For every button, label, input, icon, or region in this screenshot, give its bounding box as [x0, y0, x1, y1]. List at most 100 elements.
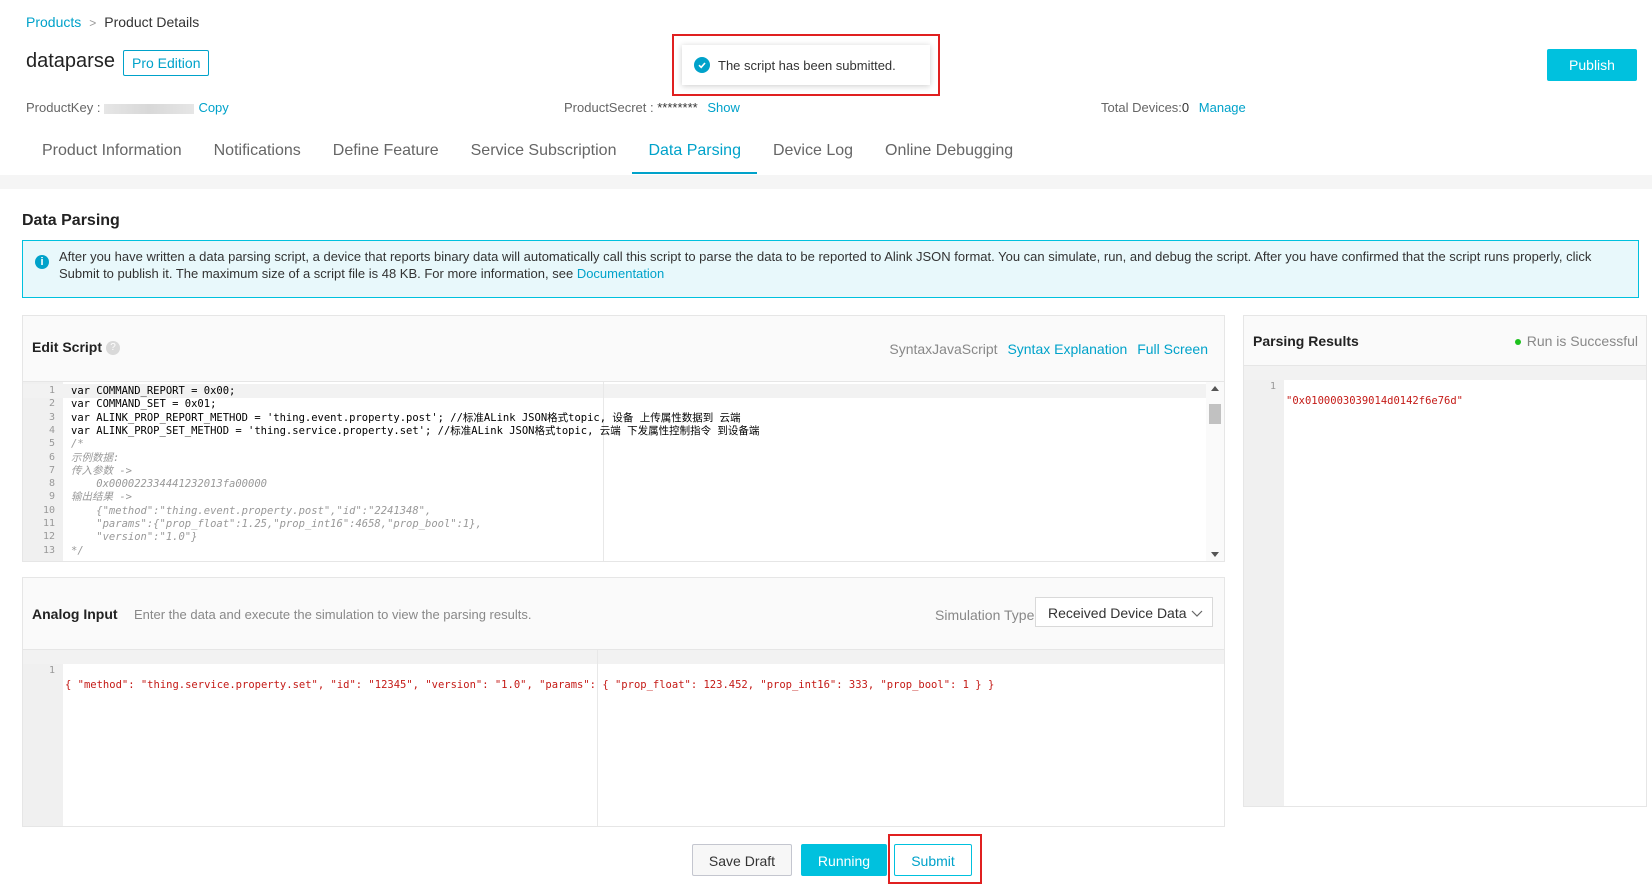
- analog-input-hint: Enter the data and execute the simulatio…: [134, 607, 532, 622]
- script-line-number: 5: [48, 438, 55, 450]
- script-line-number: 1: [48, 385, 55, 396]
- script-line-code: var COMMAND_SET = 0x01;: [71, 398, 217, 411]
- copy-key-link[interactable]: Copy: [198, 100, 228, 115]
- analog-input-title: Analog Input: [32, 606, 118, 622]
- manage-devices-link[interactable]: Manage: [1199, 100, 1246, 115]
- analog-code-text: { "method": "thing.service.property.set"…: [65, 679, 995, 691]
- simulation-type-select[interactable]: Received Device Data: [1035, 597, 1213, 627]
- script-line-code: 传入参数 ->: [71, 464, 132, 477]
- save-draft-button[interactable]: Save Draft: [692, 844, 792, 876]
- breadcrumb: Products > Product Details: [26, 14, 199, 30]
- parsing-results-panel: Parsing Results Run is Successful 1 "0x0…: [1243, 315, 1647, 807]
- script-line-number: 12: [42, 531, 55, 543]
- tab-online-debugging[interactable]: Online Debugging: [869, 128, 1029, 174]
- script-line-number: 8: [48, 478, 55, 490]
- script-line-code: /*: [71, 438, 84, 451]
- script-line-code: "version":"1.0"}: [71, 531, 198, 544]
- script-line-code: */: [71, 544, 84, 557]
- results-value: "0x0100003039014d0142f6e76d": [1286, 395, 1464, 407]
- breadcrumb-separator-icon: >: [89, 16, 97, 30]
- chevron-down-icon: [1191, 610, 1203, 617]
- scroll-thumb[interactable]: [1209, 404, 1221, 424]
- script-line-number: 2: [48, 398, 55, 410]
- analog-input-editor[interactable]: 1 { "method": "thing.service.property.se…: [23, 649, 1224, 826]
- product-key-row: ProductKey : Copy: [26, 100, 229, 115]
- running-button[interactable]: Running: [801, 844, 887, 876]
- print-margin: [603, 382, 604, 561]
- script-line-code: 输出结果 ->: [71, 491, 132, 504]
- results-gutter: [1244, 366, 1284, 806]
- full-screen-link[interactable]: Full Screen: [1137, 341, 1208, 357]
- analog-print-margin: [597, 650, 598, 826]
- product-secret-label: ProductSecret :: [564, 100, 654, 115]
- info-banner: i After you have written a data parsing …: [22, 240, 1639, 298]
- script-line-code: 0x000022334441232013fa00000: [71, 478, 267, 491]
- info-icon: i: [35, 255, 49, 269]
- publish-button[interactable]: Publish: [1547, 49, 1637, 81]
- show-secret-link[interactable]: Show: [707, 100, 740, 115]
- edit-script-title: Edit Script?: [32, 339, 121, 356]
- script-line-number: 7: [48, 464, 55, 476]
- info-text: After you have written a data parsing sc…: [59, 249, 1592, 281]
- script-scrollbar[interactable]: [1206, 382, 1224, 561]
- script-line-code: var COMMAND_REPORT = 0x00;: [71, 385, 236, 397]
- tab-define-feature[interactable]: Define Feature: [317, 128, 455, 174]
- breadcrumb-products-link[interactable]: Products: [26, 14, 81, 30]
- script-line-number: 13: [42, 544, 55, 556]
- tab-device-log[interactable]: Device Log: [757, 128, 869, 174]
- analog-line-number: 1: [48, 665, 55, 676]
- syntax-label: SyntaxJavaScript: [889, 341, 998, 357]
- results-code-line: 1 "0x0100003039014d0142f6e76d": [1244, 366, 1463, 407]
- script-line-code: 示例数据:: [71, 451, 120, 464]
- analog-code-line: 1 { "method": "thing.service.property.se…: [23, 650, 994, 691]
- tab-bar: Product Information Notifications Define F…: [26, 128, 1029, 174]
- script-line-code: "params":{"prop_float":1.25,"prop_int16"…: [71, 518, 482, 530]
- toast-highlight-frame: [672, 34, 940, 96]
- total-devices-row: Total Devices:0 Manage: [1101, 100, 1246, 115]
- script-line-code: var ALINK_PROP_SET_METHOD = 'thing.servi…: [71, 424, 760, 437]
- tab-data-parsing[interactable]: Data Parsing: [632, 128, 757, 174]
- editor-toolbar: SyntaxJavaScript Syntax Explanation Full…: [889, 341, 1208, 357]
- tab-notifications[interactable]: Notifications: [198, 128, 317, 174]
- script-line-number: 10: [42, 504, 55, 516]
- analog-active-line: [23, 650, 1224, 664]
- edit-script-title-text: Edit Script: [32, 339, 103, 355]
- edit-script-panel: Edit Script? SyntaxJavaScript Syntax Exp…: [22, 315, 1225, 562]
- product-key-masked-value: [104, 103, 195, 114]
- simulation-type-value: Received Device Data: [1048, 605, 1187, 621]
- scroll-up-icon[interactable]: [1211, 386, 1219, 391]
- success-dot-icon: [1514, 339, 1521, 346]
- product-key-label: ProductKey :: [26, 100, 101, 115]
- script-line-code: var ALINK_PROP_REPORT_METHOD = 'thing.ev…: [71, 411, 741, 424]
- page-title: dataparse: [26, 50, 115, 72]
- tab-product-information[interactable]: Product Information: [26, 128, 198, 174]
- content-divider: [0, 175, 1652, 189]
- analog-input-panel: Analog Input Enter the data and execute …: [22, 577, 1225, 827]
- parsing-results-editor[interactable]: 1 "0x0100003039014d0142f6e76d": [1244, 365, 1646, 806]
- scroll-down-icon[interactable]: [1211, 552, 1219, 557]
- submit-highlight-frame: [888, 834, 982, 884]
- results-active-line: [1244, 366, 1646, 380]
- total-devices-value: 0: [1181, 100, 1190, 115]
- tab-service-subscription[interactable]: Service Subscription: [455, 128, 633, 174]
- documentation-link[interactable]: Documentation: [577, 266, 664, 281]
- total-devices-label: Total Devices:: [1101, 100, 1182, 115]
- section-title: Data Parsing: [22, 212, 120, 229]
- run-status: Run is Successful: [1514, 333, 1638, 349]
- parsing-results-title: Parsing Results: [1253, 333, 1359, 349]
- help-icon[interactable]: ?: [106, 341, 121, 356]
- script-line-number: 6: [48, 451, 55, 463]
- product-secret-row: ProductSecret : ******** Show: [564, 100, 740, 115]
- script-line-code: {"method":"thing.event.property.post","i…: [71, 504, 432, 517]
- syntax-explanation-link[interactable]: Syntax Explanation: [1007, 341, 1127, 357]
- script-line-number: 9: [48, 491, 55, 503]
- simulation-type-label: Simulation Type: [935, 607, 1035, 623]
- script-editor[interactable]: 1 var COMMAND_REPORT = 0x00; 2 var COMMAND_…: [23, 381, 1224, 561]
- run-status-text: Run is Successful: [1526, 333, 1638, 349]
- breadcrumb-current: Product Details: [104, 14, 200, 30]
- edition-badge: Pro Edition: [123, 50, 210, 76]
- script-line-number: 4: [48, 424, 55, 436]
- script-line-number: 3: [48, 411, 55, 423]
- results-line-number: 1: [1269, 381, 1276, 392]
- product-secret-value: ********: [657, 100, 698, 115]
